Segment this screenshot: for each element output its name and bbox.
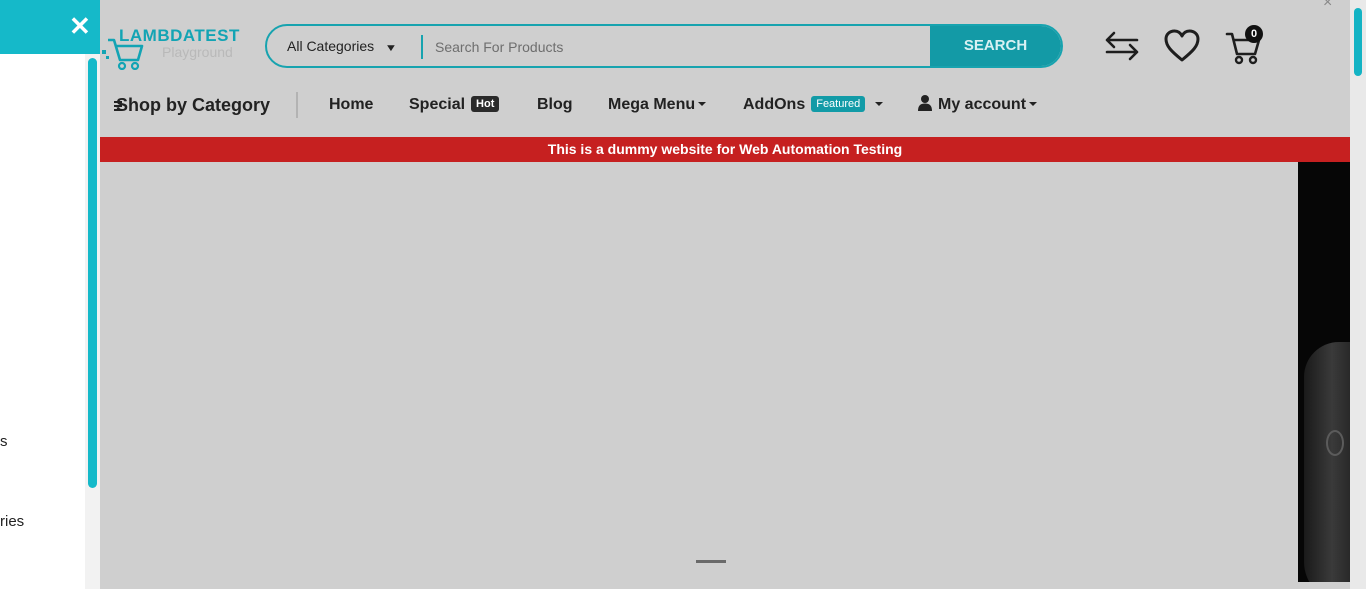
nav-item-special-label: Special [409, 96, 466, 113]
drawer-scrollbar[interactable] [85, 54, 100, 589]
nav-item-blog-label: Blog [537, 96, 573, 113]
hero-product-shape [1304, 342, 1350, 582]
drawer-close-button[interactable]: ✕ [0, 0, 100, 54]
compare-button[interactable] [1103, 30, 1141, 67]
logo-brand: LAMBDATEST [119, 26, 240, 45]
caret-down-icon [698, 102, 707, 106]
page-scrollbar[interactable] [1350, 0, 1366, 589]
cart-button[interactable]: 0 [1225, 25, 1263, 71]
nav-item-home-label: Home [329, 96, 374, 113]
page-overlay: LAMBDATEST Playground All Categories ▼ S… [0, 0, 1366, 589]
hero-product-detail [1326, 430, 1344, 456]
menu-icon [114, 101, 122, 111]
search-divider [421, 35, 423, 59]
search-bar: All Categories ▼ SEARCH [265, 24, 1063, 68]
slider-indicator[interactable] [696, 560, 726, 563]
nav-item-my-account-label: My account [938, 96, 1027, 113]
nav-item-addons[interactable]: AddOns Featured [743, 90, 884, 120]
hot-badge: Hot [471, 96, 500, 112]
nav-divider [296, 92, 298, 118]
search-input[interactable] [433, 32, 927, 62]
featured-badge: Featured [811, 96, 866, 112]
nav-item-addons-label: AddOns [743, 96, 806, 113]
hero-image[interactable] [1298, 162, 1350, 582]
shop-by-category[interactable]: Shop by Category [114, 90, 271, 120]
cart-count-badge: 0 [1245, 25, 1263, 43]
close-icon: ✕ [69, 11, 91, 41]
caret-down-icon [875, 102, 884, 106]
logo[interactable]: LAMBDATEST Playground [100, 26, 250, 72]
chevron-down-icon: ▼ [384, 43, 398, 54]
nav-item-home[interactable]: Home [329, 90, 373, 120]
nav-item-my-account[interactable]: My account [918, 90, 1038, 120]
nav-item-mega-menu-label: Mega Menu [608, 96, 696, 113]
drawer-item-text[interactable]: s [0, 433, 8, 450]
drawer-scrollbar-thumb[interactable] [88, 58, 97, 488]
caret-down-icon [1029, 102, 1038, 106]
page-scrollbar-thumb[interactable] [1354, 8, 1362, 76]
compare-arrows-icon [1105, 31, 1139, 61]
heart-icon [1164, 29, 1200, 62]
search-button[interactable]: SEARCH [930, 26, 1061, 66]
main-nav: Shop by Category Home Special Hot Blog Me… [100, 90, 1100, 120]
nav-item-blog[interactable]: Blog [537, 90, 573, 120]
shop-by-category-label: Shop by Category [116, 95, 271, 115]
nav-item-mega-menu[interactable]: Mega Menu [608, 90, 707, 120]
category-select[interactable]: All Categories ▼ [287, 26, 398, 66]
logo-subtitle: Playground [162, 44, 233, 60]
user-icon [918, 95, 932, 111]
notice-banner: This is a dummy website for Web Automati… [100, 137, 1350, 162]
drawer-item-text[interactable]: ries [0, 513, 24, 530]
wishlist-button[interactable] [1163, 29, 1201, 68]
side-drawer: s ries [0, 0, 85, 589]
category-select-label: All Categories [287, 38, 375, 54]
nav-item-special[interactable]: Special Hot [409, 90, 500, 120]
close-icon[interactable]: × [1323, 0, 1332, 12]
